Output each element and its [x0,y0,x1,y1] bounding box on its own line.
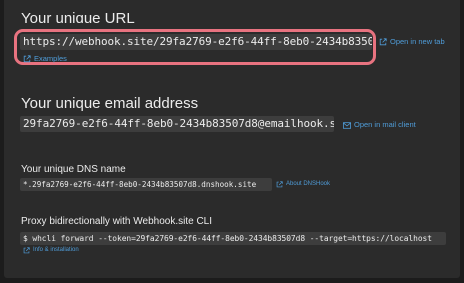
url-heading: Your unique URL [21,10,135,23]
mail-icon [343,121,351,129]
open-in-new-tab-link[interactable]: Open in new tab [379,37,445,47]
dns-heading: Your unique DNS name [21,164,126,175]
examples-label: Examples [34,54,67,63]
examples-link[interactable]: Examples [23,54,67,64]
open-in-mail-client-link[interactable]: Open in mail client [343,120,416,130]
open-in-mail-client-label: Open in mail client [354,120,416,129]
external-link-icon [379,38,387,46]
webhook-info-panel: Your unique URL https://webhook.site/29f… [4,0,460,278]
unique-url-field[interactable]: https://webhook.site/29fa2769-e2f6-44ff-… [20,34,372,50]
page-frame: Your unique URL https://webhook.site/29f… [0,0,464,283]
cli-command-field[interactable]: $ whcli forward --token=29fa2769-e2f6-44… [20,232,446,245]
about-dnshook-label: About DNSHook [286,181,331,187]
info-installation-link[interactable]: Info & installation [23,246,79,255]
unique-dns-field[interactable]: *.29fa2769-e2f6-44ff-8eb0-2434b83507d8.d… [20,178,272,191]
cli-heading: Proxy bidirectionally with Webhook.site … [21,216,213,227]
info-installation-label: Info & installation [33,247,79,253]
email-heading: Your unique email address [21,95,199,112]
about-dnshook-link[interactable]: About DNSHook [276,180,330,189]
external-link-icon [23,55,31,63]
external-link-icon [276,181,283,188]
unique-email-field[interactable]: 29fa2769-e2f6-44ff-8eb0-2434b83507d8@ema… [20,116,334,132]
open-in-new-tab-label: Open in new tab [390,37,445,46]
external-link-icon [23,247,30,254]
